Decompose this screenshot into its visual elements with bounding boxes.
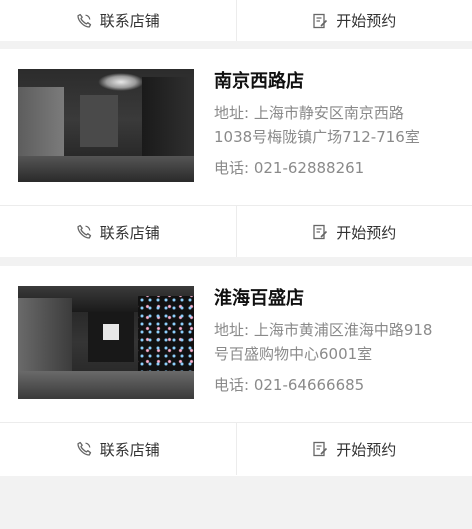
phone-icon bbox=[76, 224, 92, 240]
start-reservation-label: 开始预约 bbox=[336, 223, 397, 242]
start-reservation-label: 开始预约 bbox=[336, 12, 397, 30]
store-phone: 电话: 021-64666685 bbox=[214, 376, 365, 394]
contact-store-button[interactable]: 联系店铺 bbox=[0, 423, 236, 475]
edit-note-icon bbox=[312, 13, 328, 29]
contact-store-button[interactable]: 联系店铺 bbox=[0, 206, 236, 258]
store-actions: 联系店铺 开始预约 bbox=[0, 205, 472, 258]
store-phone: 电话: 021-62888261 bbox=[214, 159, 365, 177]
store-address: 地址: 上海市黄浦区淮海中路918号百盛购物中心6001室 bbox=[214, 321, 433, 363]
contact-store-label: 联系店铺 bbox=[99, 223, 160, 242]
store-name: 淮海百盛店 bbox=[214, 288, 304, 309]
store-photo bbox=[18, 286, 194, 399]
store-card[interactable]: 淮海百盛店 地址: 上海市黄浦区淮海中路918号百盛购物中心6001室 电话: … bbox=[0, 266, 472, 476]
contact-store-label: 联系店铺 bbox=[99, 12, 160, 30]
start-reservation-button[interactable]: 开始预约 bbox=[235, 423, 472, 475]
divider bbox=[0, 257, 472, 266]
contact-store-button[interactable]: 联系店铺 bbox=[0, 0, 236, 41]
phone-icon bbox=[76, 441, 92, 457]
divider bbox=[0, 41, 472, 49]
store-list-page: 联系店铺 开始预约 南京西路店 地址: 上海市静安区南京西路1038号梅陇镇广场… bbox=[0, 0, 472, 529]
contact-store-label: 联系店铺 bbox=[99, 440, 160, 459]
start-reservation-label: 开始预约 bbox=[336, 440, 397, 459]
edit-note-icon bbox=[312, 441, 328, 457]
prev-store-actions: 联系店铺 开始预约 bbox=[0, 0, 472, 41]
phone-icon bbox=[76, 13, 92, 29]
start-reservation-button[interactable]: 开始预约 bbox=[235, 206, 472, 258]
store-card[interactable]: 南京西路店 地址: 上海市静安区南京西路1038号梅陇镇广场712-716室 电… bbox=[0, 49, 472, 258]
store-name: 南京西路店 bbox=[214, 71, 304, 92]
edit-note-icon bbox=[312, 224, 328, 240]
store-address: 地址: 上海市静安区南京西路1038号梅陇镇广场712-716室 bbox=[214, 104, 420, 146]
store-photo bbox=[18, 69, 194, 182]
store-actions: 联系店铺 开始预约 bbox=[0, 422, 472, 475]
start-reservation-button[interactable]: 开始预约 bbox=[235, 0, 472, 41]
